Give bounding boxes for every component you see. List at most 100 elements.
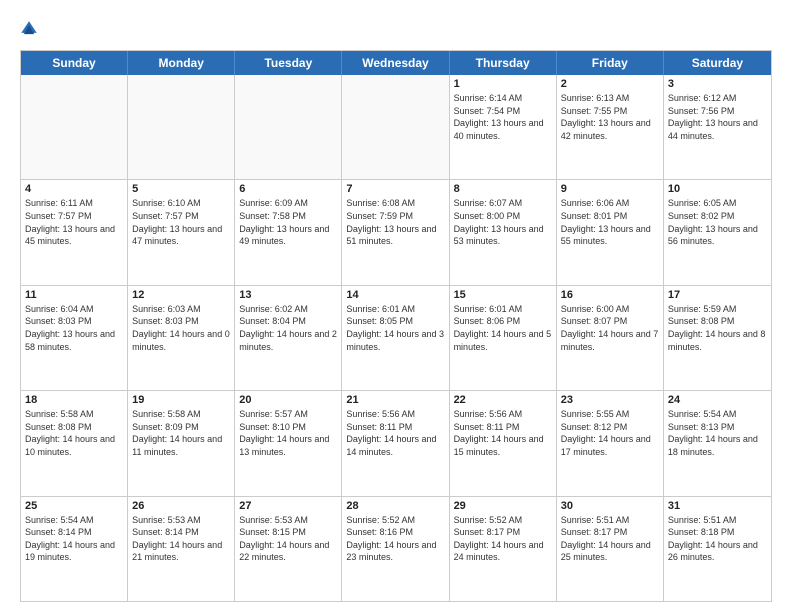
table-row: 13Sunrise: 6:02 AMSunset: 8:04 PMDayligh…: [235, 286, 342, 390]
table-row: 14Sunrise: 6:01 AMSunset: 8:05 PMDayligh…: [342, 286, 449, 390]
day-number: 25: [25, 500, 123, 512]
day-number: 3: [668, 78, 767, 90]
table-row: 3Sunrise: 6:12 AMSunset: 7:56 PMDaylight…: [664, 75, 771, 179]
daylight-text: Daylight: 13 hours and 56 minutes.: [668, 223, 767, 248]
sunrise-text: Sunrise: 6:09 AM: [239, 197, 337, 210]
sunset-text: Sunset: 8:16 PM: [346, 526, 444, 539]
logo: [20, 18, 42, 40]
daylight-text: Daylight: 14 hours and 5 minutes.: [454, 328, 552, 353]
daylight-text: Daylight: 14 hours and 18 minutes.: [668, 433, 767, 458]
table-row: 15Sunrise: 6:01 AMSunset: 8:06 PMDayligh…: [450, 286, 557, 390]
day-number: 29: [454, 500, 552, 512]
daylight-text: Daylight: 13 hours and 51 minutes.: [346, 223, 444, 248]
sunrise-text: Sunrise: 6:11 AM: [25, 197, 123, 210]
daylight-text: Daylight: 14 hours and 25 minutes.: [561, 539, 659, 564]
daylight-text: Daylight: 14 hours and 21 minutes.: [132, 539, 230, 564]
day-number: 31: [668, 500, 767, 512]
daylight-text: Daylight: 13 hours and 40 minutes.: [454, 117, 552, 142]
day-number: 27: [239, 500, 337, 512]
sunrise-text: Sunrise: 6:12 AM: [668, 92, 767, 105]
day-number: 26: [132, 500, 230, 512]
sunset-text: Sunset: 8:12 PM: [561, 421, 659, 434]
header-cell-monday: Monday: [128, 51, 235, 75]
table-row: 2Sunrise: 6:13 AMSunset: 7:55 PMDaylight…: [557, 75, 664, 179]
sunrise-text: Sunrise: 6:00 AM: [561, 303, 659, 316]
table-row: 28Sunrise: 5:52 AMSunset: 8:16 PMDayligh…: [342, 497, 449, 601]
sunset-text: Sunset: 8:17 PM: [561, 526, 659, 539]
daylight-text: Daylight: 14 hours and 3 minutes.: [346, 328, 444, 353]
daylight-text: Daylight: 13 hours and 53 minutes.: [454, 223, 552, 248]
calendar-header-row: SundayMondayTuesdayWednesdayThursdayFrid…: [21, 51, 771, 75]
table-row: 17Sunrise: 5:59 AMSunset: 8:08 PMDayligh…: [664, 286, 771, 390]
sunset-text: Sunset: 8:09 PM: [132, 421, 230, 434]
sunrise-text: Sunrise: 5:55 AM: [561, 408, 659, 421]
calendar-week-1: 1Sunrise: 6:14 AMSunset: 7:54 PMDaylight…: [21, 75, 771, 180]
header-cell-sunday: Sunday: [21, 51, 128, 75]
day-number: 30: [561, 500, 659, 512]
table-row: 9Sunrise: 6:06 AMSunset: 8:01 PMDaylight…: [557, 180, 664, 284]
sunset-text: Sunset: 8:14 PM: [25, 526, 123, 539]
sunrise-text: Sunrise: 5:53 AM: [132, 514, 230, 527]
sunset-text: Sunset: 8:10 PM: [239, 421, 337, 434]
sunset-text: Sunset: 8:14 PM: [132, 526, 230, 539]
day-number: 9: [561, 183, 659, 195]
day-number: 24: [668, 394, 767, 406]
sunrise-text: Sunrise: 6:05 AM: [668, 197, 767, 210]
sunset-text: Sunset: 8:03 PM: [25, 315, 123, 328]
sunrise-text: Sunrise: 5:51 AM: [668, 514, 767, 527]
sunset-text: Sunset: 7:57 PM: [132, 210, 230, 223]
daylight-text: Daylight: 14 hours and 19 minutes.: [25, 539, 123, 564]
sunrise-text: Sunrise: 5:52 AM: [454, 514, 552, 527]
sunrise-text: Sunrise: 5:56 AM: [346, 408, 444, 421]
table-row: 27Sunrise: 5:53 AMSunset: 8:15 PMDayligh…: [235, 497, 342, 601]
sunrise-text: Sunrise: 5:54 AM: [668, 408, 767, 421]
calendar-body: 1Sunrise: 6:14 AMSunset: 7:54 PMDaylight…: [21, 75, 771, 601]
sunrise-text: Sunrise: 5:59 AM: [668, 303, 767, 316]
calendar-page: SundayMondayTuesdayWednesdayThursdayFrid…: [0, 0, 792, 612]
sunset-text: Sunset: 8:13 PM: [668, 421, 767, 434]
table-row: [235, 75, 342, 179]
sunset-text: Sunset: 8:04 PM: [239, 315, 337, 328]
table-row: 4Sunrise: 6:11 AMSunset: 7:57 PMDaylight…: [21, 180, 128, 284]
sunrise-text: Sunrise: 6:01 AM: [454, 303, 552, 316]
sunrise-text: Sunrise: 6:03 AM: [132, 303, 230, 316]
day-number: 14: [346, 289, 444, 301]
sunset-text: Sunset: 8:03 PM: [132, 315, 230, 328]
table-row: 19Sunrise: 5:58 AMSunset: 8:09 PMDayligh…: [128, 391, 235, 495]
sunrise-text: Sunrise: 5:53 AM: [239, 514, 337, 527]
sunset-text: Sunset: 8:11 PM: [346, 421, 444, 434]
day-number: 5: [132, 183, 230, 195]
sunrise-text: Sunrise: 5:51 AM: [561, 514, 659, 527]
day-number: 23: [561, 394, 659, 406]
sunrise-text: Sunrise: 6:08 AM: [346, 197, 444, 210]
daylight-text: Daylight: 13 hours and 45 minutes.: [25, 223, 123, 248]
sunset-text: Sunset: 8:17 PM: [454, 526, 552, 539]
daylight-text: Daylight: 14 hours and 0 minutes.: [132, 328, 230, 353]
daylight-text: Daylight: 14 hours and 10 minutes.: [25, 433, 123, 458]
daylight-text: Daylight: 13 hours and 47 minutes.: [132, 223, 230, 248]
sunset-text: Sunset: 7:58 PM: [239, 210, 337, 223]
sunset-text: Sunset: 8:06 PM: [454, 315, 552, 328]
daylight-text: Daylight: 14 hours and 15 minutes.: [454, 433, 552, 458]
daylight-text: Daylight: 13 hours and 42 minutes.: [561, 117, 659, 142]
daylight-text: Daylight: 14 hours and 22 minutes.: [239, 539, 337, 564]
sunset-text: Sunset: 7:59 PM: [346, 210, 444, 223]
daylight-text: Daylight: 14 hours and 14 minutes.: [346, 433, 444, 458]
sunset-text: Sunset: 8:07 PM: [561, 315, 659, 328]
day-number: 22: [454, 394, 552, 406]
sunrise-text: Sunrise: 5:54 AM: [25, 514, 123, 527]
table-row: 16Sunrise: 6:00 AMSunset: 8:07 PMDayligh…: [557, 286, 664, 390]
day-number: 8: [454, 183, 552, 195]
day-number: 17: [668, 289, 767, 301]
sunrise-text: Sunrise: 6:14 AM: [454, 92, 552, 105]
day-number: 2: [561, 78, 659, 90]
sunrise-text: Sunrise: 5:52 AM: [346, 514, 444, 527]
header-cell-thursday: Thursday: [450, 51, 557, 75]
table-row: 29Sunrise: 5:52 AMSunset: 8:17 PMDayligh…: [450, 497, 557, 601]
table-row: 30 Sunrise: 5:51 AMSunset: 8:17 PMDayligh…: [557, 497, 664, 601]
sunset-text: Sunset: 7:54 PM: [454, 105, 552, 118]
table-row: 10Sunrise: 6:05 AMSunset: 8:02 PMDayligh…: [664, 180, 771, 284]
sunset-text: Sunset: 8:08 PM: [25, 421, 123, 434]
daylight-text: Daylight: 14 hours and 17 minutes.: [561, 433, 659, 458]
day-number: 28: [346, 500, 444, 512]
